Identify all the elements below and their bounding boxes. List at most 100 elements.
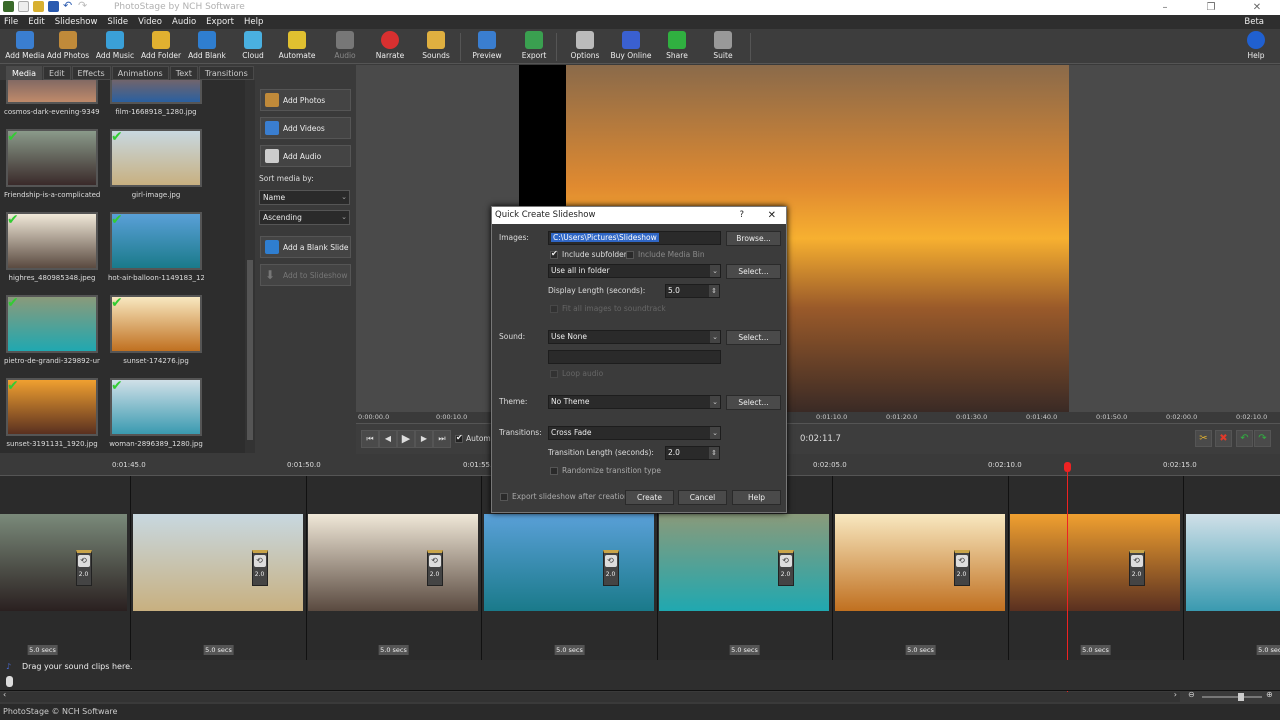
dialog-close-button[interactable]: ✕ [768, 207, 776, 224]
toolbar-suite-button[interactable]: Suite [698, 31, 748, 60]
menu-file[interactable]: File [4, 17, 18, 27]
sort-by-select[interactable]: Name ⌄ [259, 190, 350, 205]
help-button[interactable]: Help [732, 490, 781, 505]
sort-order-select[interactable]: Ascending ⌄ [259, 210, 350, 225]
media-item[interactable]: cosmos-dark-evening-93496... [4, 80, 100, 116]
menu-edit[interactable]: Edit [28, 17, 44, 27]
redo-icon[interactable]: ↷ [78, 0, 89, 12]
save-icon[interactable] [48, 1, 59, 12]
toolbar-help-button[interactable]: Help [1231, 31, 1280, 60]
restore-button[interactable]: ❐ [1188, 0, 1234, 15]
toolbar-preview-button[interactable]: Preview [462, 31, 512, 60]
transition-length-input[interactable]: 2.0 ⇕ [665, 446, 720, 460]
toolbar-automate-button[interactable]: Automate [272, 31, 322, 60]
new-file-icon[interactable] [18, 1, 29, 12]
transition-marker[interactable]: ⟲ 2.0 [602, 550, 619, 586]
tab-transitions[interactable]: Transitions [198, 66, 254, 80]
menu-audio[interactable]: Audio [172, 17, 196, 27]
go-to-start-button[interactable]: ⏮ [361, 430, 379, 448]
menu-slide[interactable]: Slide [107, 17, 128, 27]
media-item[interactable]: ✔ Friendship-is-a-complicated-... [4, 129, 100, 199]
toolbar-add-photos-button[interactable]: Add Photos [43, 31, 93, 60]
add-videos-button[interactable]: Add Videos [260, 117, 351, 139]
step-forward-button[interactable]: ▶ [415, 430, 433, 448]
timeline-clip[interactable]: 5.0 secs [131, 476, 307, 660]
zoom-out-icon[interactable]: ⊖ [1188, 690, 1195, 699]
minimize-button[interactable]: – [1142, 0, 1188, 15]
transition-marker[interactable]: ⟲ 2.0 [777, 550, 794, 586]
add-photos-button[interactable]: Add Photos [260, 89, 351, 111]
images-path-input[interactable]: C:\Users\Pictures\Slideshow [548, 231, 721, 245]
tab-effects[interactable]: Effects [71, 66, 111, 80]
media-item[interactable]: ✔ sunset-3191131_1920.jpg [4, 378, 100, 448]
add-to-slideshow-button[interactable]: ⬇ Add to Slideshow [260, 264, 351, 286]
toolbar-options-button[interactable]: Options [560, 31, 610, 60]
media-item[interactable]: ✔ hot-air-balloon-1149183_12... [108, 212, 204, 282]
spinner-icon[interactable]: ⇕ [709, 447, 719, 459]
menu-help[interactable]: Help [244, 17, 263, 27]
narration-track[interactable] [0, 674, 1280, 691]
undo-icon[interactable]: ↶ [63, 0, 74, 12]
toolbar-add-blank-button[interactable]: Add Blank [182, 31, 232, 60]
theme-select-button[interactable]: Select... [726, 395, 781, 410]
media-item[interactable]: ✔ pietro-de-grandi-329892-un... [4, 295, 100, 365]
timeline-scrollbar[interactable]: ‹ › [0, 690, 1180, 702]
media-item[interactable]: ✔ woman-2896389_1280.jpg [108, 378, 204, 448]
transition-marker[interactable]: ⟲ 2.0 [1128, 550, 1145, 586]
transition-marker[interactable]: ⟲ 2.0 [75, 550, 92, 586]
media-item[interactable]: ✔ highres_480985348.jpeg [4, 212, 100, 282]
add-audio-button[interactable]: Add Audio [260, 145, 351, 167]
include-subfolders-checkbox[interactable] [550, 249, 558, 259]
transition-marker[interactable]: ⟲ 2.0 [251, 550, 268, 586]
toolbar-audio-button[interactable]: Audio [320, 31, 370, 60]
media-item[interactable]: ✔ sunset-174276.jpg [108, 295, 204, 365]
display-length-input[interactable]: 5.0 ⇕ [665, 284, 720, 298]
automatic-checkbox[interactable] [455, 433, 463, 443]
add-blank-slide-button[interactable]: Add a Blank Slide [260, 236, 351, 258]
cancel-button[interactable]: Cancel [678, 490, 727, 505]
go-to-end-button[interactable]: ⏭ [433, 430, 451, 448]
timeline-clip[interactable]: 5.0 secs [1184, 476, 1280, 660]
scroll-right-icon[interactable]: › [1174, 690, 1177, 699]
timeline-clip[interactable]: 5.0 secs [306, 476, 482, 660]
use-mode-select[interactable]: Use all in folder ⌄ [548, 264, 721, 278]
toolbar-buy-online-button[interactable]: Buy Online [606, 31, 656, 60]
toolbar-add-music-button[interactable]: Add Music [90, 31, 140, 60]
browse-button[interactable]: Browse... [726, 231, 781, 246]
delete-button[interactable]: ✖ [1215, 430, 1232, 447]
fit-to-soundtrack-checkbox[interactable] [550, 305, 558, 313]
sound-select[interactable]: Use None ⌄ [548, 330, 721, 344]
play-button[interactable]: ▶ [397, 430, 415, 448]
menu-slideshow[interactable]: Slideshow [55, 17, 98, 27]
transition-marker[interactable]: ⟲ 2.0 [953, 550, 970, 586]
undo-button[interactable]: ↶ [1236, 430, 1253, 447]
open-folder-icon[interactable] [33, 1, 44, 12]
theme-select[interactable]: No Theme ⌄ [548, 395, 721, 409]
toolbar-cloud-button[interactable]: Cloud [228, 31, 278, 60]
sound-file-input[interactable] [548, 350, 721, 364]
step-back-button[interactable]: ◀ [379, 430, 397, 448]
media-item[interactable]: film-1668918_1280.jpg [108, 80, 204, 116]
zoom-slider[interactable] [1202, 696, 1262, 698]
toolbar-share-button[interactable]: Share [652, 31, 702, 60]
menu-video[interactable]: Video [138, 17, 162, 27]
tab-animations[interactable]: Animations [111, 66, 169, 80]
scrollbar-thumb[interactable] [247, 260, 253, 440]
dialog-help-icon[interactable]: ? [739, 207, 744, 224]
tab-media[interactable]: Media [6, 66, 43, 80]
images-select-button[interactable]: Select... [726, 264, 781, 279]
timeline-clip[interactable]: 5.0 secs [1008, 476, 1184, 660]
spinner-icon[interactable]: ⇕ [709, 285, 719, 297]
transition-marker[interactable]: ⟲ 2.0 [426, 550, 443, 586]
toolbar-add-folder-button[interactable]: Add Folder [136, 31, 186, 60]
zoom-in-icon[interactable]: ⊕ [1266, 690, 1273, 699]
randomize-checkbox[interactable] [550, 467, 558, 475]
close-button[interactable]: ✕ [1234, 0, 1280, 15]
sound-select-button[interactable]: Select... [726, 330, 781, 345]
split-button[interactable]: ✂ [1195, 430, 1212, 447]
toolbar-narrate-button[interactable]: Narrate [365, 31, 415, 60]
scroll-left-icon[interactable]: ‹ [3, 690, 6, 699]
create-button[interactable]: Create [625, 490, 674, 505]
media-scrollbar[interactable] [245, 80, 255, 453]
media-item[interactable]: ✔ girl-image.jpg [108, 129, 204, 199]
